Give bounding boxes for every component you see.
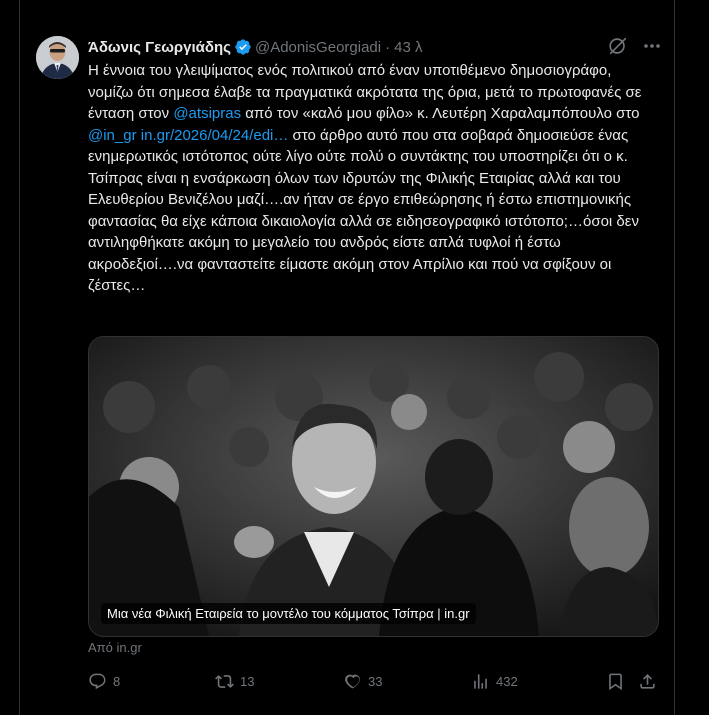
author-handle[interactable]: @AdonisGeorgiadi	[255, 39, 381, 56]
repost-button[interactable]: 13	[215, 672, 254, 691]
author-avatar[interactable]	[36, 36, 79, 79]
heart-icon	[345, 674, 360, 689]
more-options-icon[interactable]	[641, 36, 663, 56]
link-card-caption[interactable]: Μια νέα Φιλική Εταιρεία το μοντέλο του κ…	[101, 603, 476, 624]
reply-icon	[89, 673, 106, 690]
verified-badge-icon[interactable]	[234, 38, 252, 56]
tweet-text-part: από τον «καλό μου φίλο» κ. Λευτέρη Χαραλ…	[241, 105, 640, 122]
repost-count: 13	[240, 674, 255, 689]
like-count: 33	[368, 674, 383, 689]
bookmark-icon	[609, 673, 622, 691]
link-source[interactable]: Από in.gr	[88, 640, 142, 655]
article-link[interactable]: in.gr/2026/04/24/edi…	[141, 127, 289, 144]
tweet-timestamp[interactable]: 43 λ	[394, 39, 422, 56]
tweet-text-part: στο άρθρο αυτό που στα σοβαρά δημοσιεύσε…	[88, 126, 639, 295]
reply-button[interactable]: 8	[88, 672, 120, 691]
share-button[interactable]	[638, 672, 663, 691]
tweet-text: Η έννοια του γλειψίματος ενός πολιτικού …	[88, 60, 660, 297]
views-button[interactable]: 432	[471, 672, 518, 691]
more-dots	[644, 44, 660, 48]
header-separator: ·	[385, 38, 391, 56]
views-count: 432	[496, 674, 518, 689]
article-photo	[89, 337, 658, 636]
tweet-header: Άδωνις Γεωργιάδης @AdonisGeorgiadi · 43 …	[88, 37, 422, 57]
mention-in-gr[interactable]: @in_gr	[88, 127, 137, 144]
timeline-border-left	[19, 0, 20, 715]
link-card-image[interactable]: Μια νέα Φιλική Εταιρεία το μοντέλο του κ…	[88, 336, 659, 637]
share-icon	[640, 674, 655, 689]
author-name[interactable]: Άδωνις Γεωργιάδης	[88, 39, 231, 56]
mention-atsipras[interactable]: @atsipras	[173, 105, 241, 122]
tweet-actions: 8 13 33 432	[88, 672, 660, 694]
avatar-image	[36, 36, 79, 79]
like-button[interactable]: 33	[343, 672, 382, 691]
timeline-border-right	[674, 0, 675, 715]
views-icon	[474, 674, 487, 689]
repost-icon	[215, 675, 234, 688]
bookmark-button[interactable]	[606, 672, 631, 691]
reply-count: 8	[113, 674, 121, 689]
grok-icon[interactable]	[607, 35, 629, 57]
